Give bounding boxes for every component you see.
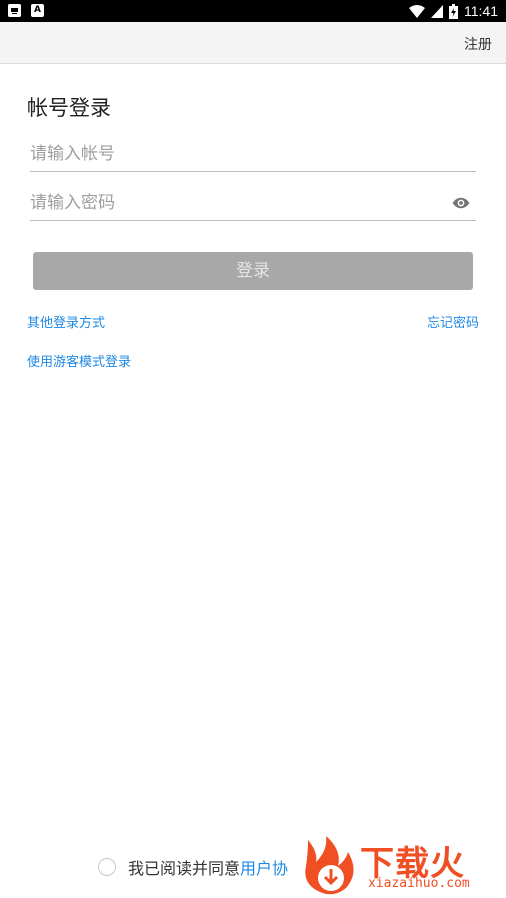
agreement-row: 我已阅读并同意 用户协	[98, 855, 288, 879]
watermark: 下载火 xiazaihuo.com	[298, 832, 506, 898]
register-button[interactable]: 注册	[464, 34, 492, 54]
signal-icon	[431, 4, 443, 18]
wifi-icon	[409, 4, 425, 18]
status-bar-system: 11:41	[409, 2, 498, 20]
password-field	[30, 185, 476, 221]
page-title: 帐号登录	[27, 96, 111, 120]
user-agreement-link[interactable]: 用户协	[240, 855, 288, 879]
forgot-password-link[interactable]: 忘记密码	[427, 312, 479, 331]
account-field	[30, 136, 476, 172]
password-input[interactable]	[30, 185, 476, 220]
status-bar-notifications: A	[8, 4, 44, 17]
flame-logo-icon	[305, 836, 354, 895]
login-button[interactable]: 登录	[33, 252, 473, 290]
guest-login-link[interactable]: 使用游客模式登录	[27, 351, 131, 370]
show-password-eye-icon[interactable]	[452, 194, 470, 212]
watermark-site: xiazaihuo.com	[368, 876, 470, 891]
battery-icon	[449, 3, 458, 19]
account-input[interactable]	[30, 136, 476, 171]
app-notification-icon	[8, 4, 21, 17]
agreement-text: 我已阅读并同意	[128, 859, 241, 878]
status-bar: A 11:41	[0, 0, 506, 22]
status-time: 11:41	[464, 3, 498, 19]
other-login-methods-link[interactable]: 其他登录方式	[27, 312, 105, 331]
agreement-checkbox[interactable]	[98, 858, 116, 876]
top-bar: 注册	[0, 22, 506, 64]
font-app-icon: A	[31, 4, 44, 17]
